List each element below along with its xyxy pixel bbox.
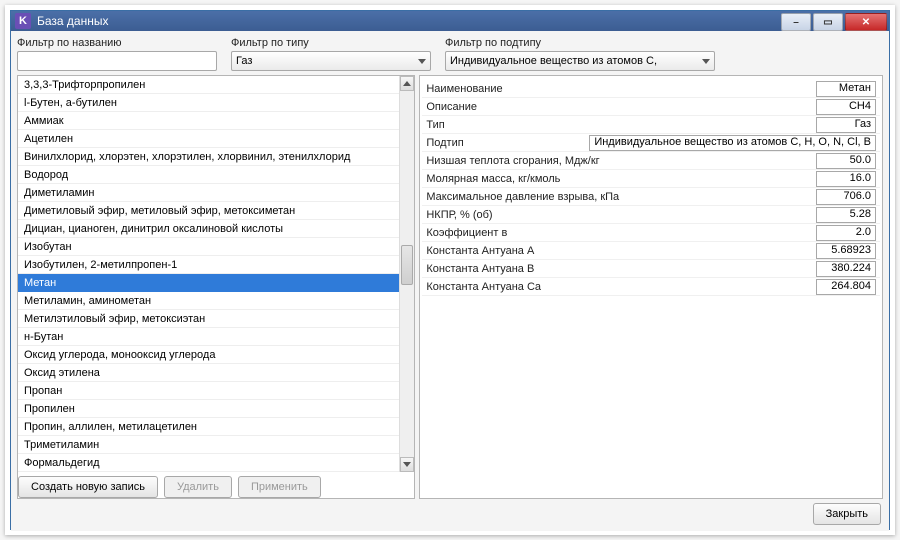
right-panel: НаименованиеМетанОписаниеCH4ТипГазПодтип… [419, 75, 883, 499]
list-item[interactable]: Пропилен [18, 400, 414, 418]
list-item[interactable]: Изобутилен, 2-метилпропен-1 [18, 256, 414, 274]
property-label: Константа Антуана Ca [426, 281, 810, 293]
scroll-down-button[interactable] [400, 457, 414, 472]
property-row: Тип Газ [422, 116, 880, 134]
scroll-track[interactable] [400, 91, 414, 457]
window-title: База данных [37, 14, 108, 28]
arrow-down-icon [403, 462, 411, 467]
close-icon: ✕ [862, 17, 870, 28]
list-item[interactable]: Дициан, цианоген, динитрил оксалиновой к… [18, 220, 414, 238]
list-item[interactable]: Аммиак [18, 112, 414, 130]
property-row: Описание CH4 [422, 98, 880, 116]
property-value[interactable]: Метан [816, 81, 876, 97]
maximize-icon: ▭ [823, 17, 832, 28]
property-label: Подтип [426, 137, 583, 149]
filter-type-selected: Газ [236, 55, 252, 67]
list-item[interactable]: Пропин, аллилен, метилацетилен [18, 418, 414, 436]
maximize-button[interactable]: ▭ [813, 13, 843, 31]
property-label: Константа Антуана B [426, 263, 810, 275]
filter-subtype-combobox[interactable]: Индивидуальное вещество из атомов C, [445, 51, 715, 71]
list-item[interactable]: Метан [18, 274, 414, 292]
list-item[interactable]: Оксид углерода, монооксид углерода [18, 346, 414, 364]
left-button-bar: Создать новую запись Удалить Применить [18, 472, 414, 498]
list-item[interactable]: Формальдегид [18, 454, 414, 472]
property-row: НКПР, % (об) 5.28 [422, 206, 880, 224]
property-value[interactable]: 2.0 [816, 225, 876, 241]
property-value[interactable]: 706.0 [816, 189, 876, 205]
property-label: НКПР, % (об) [426, 209, 810, 221]
property-row: Подтип Индивидуальное вещество из атомов … [422, 134, 880, 152]
list-item[interactable]: Диметиламин [18, 184, 414, 202]
property-value[interactable]: Индивидуальное вещество из атомов C, H, … [589, 135, 876, 151]
property-row: Константа Антуана Ca 264.804 [422, 278, 880, 296]
delete-button[interactable]: Удалить [164, 476, 232, 498]
create-button[interactable]: Создать новую запись [18, 476, 158, 498]
client-area: Фильтр по названию Фильтр по типу Газ Фи… [11, 31, 889, 531]
property-label: Наименование [426, 83, 810, 95]
property-value[interactable]: 264.804 [816, 279, 876, 295]
property-row: Максимальное давление взрыва, кПа 706.0 [422, 188, 880, 206]
scrollbar[interactable] [399, 76, 414, 472]
filter-name-label: Фильтр по названию [17, 37, 217, 49]
list-item[interactable]: Оксид этилена [18, 364, 414, 382]
property-label: Молярная масса, кг/кмоль [426, 173, 810, 185]
app-icon: K [15, 13, 31, 29]
property-label: Максимальное давление взрыва, кПа [426, 191, 810, 203]
list-item[interactable]: Ацетилен [18, 130, 414, 148]
property-value[interactable]: 50.0 [816, 153, 876, 169]
close-button[interactable]: ✕ [845, 13, 887, 31]
list-item[interactable]: Метиламин, аминометан [18, 292, 414, 310]
scroll-thumb[interactable] [401, 245, 413, 285]
arrow-up-icon [403, 81, 411, 86]
property-label: Коэффициент в [426, 227, 810, 239]
property-value[interactable]: CH4 [816, 99, 876, 115]
left-panel: 3,3,3-Трифторпропиленl-Бутен, а-бутиленА… [17, 75, 415, 499]
filter-name-input[interactable] [17, 51, 217, 71]
property-value[interactable]: 16.0 [816, 171, 876, 187]
list-item[interactable]: н-Бутан [18, 328, 414, 346]
property-row: Коэффициент в 2.0 [422, 224, 880, 242]
database-window: K База данных – ▭ ✕ Фильтр по названию Ф… [10, 10, 890, 530]
list-item[interactable]: 3,3,3-Трифторпропилен [18, 76, 414, 94]
filter-type-label: Фильтр по типу [231, 37, 431, 49]
list-item[interactable]: Пропан [18, 382, 414, 400]
chevron-down-icon [418, 59, 426, 64]
close-dialog-button[interactable]: Закрыть [813, 503, 881, 525]
property-row: Низшая теплота сгорания, Мдж/кг 50.0 [422, 152, 880, 170]
minimize-button[interactable]: – [781, 13, 811, 31]
filter-subtype-label: Фильтр по подтипу [445, 37, 715, 49]
property-row: Наименование Метан [422, 80, 880, 98]
scroll-up-button[interactable] [400, 76, 414, 91]
footer-bar: Закрыть [17, 499, 883, 525]
property-value[interactable]: 5.68923 [816, 243, 876, 259]
filter-subtype-selected: Индивидуальное вещество из атомов C, [450, 55, 657, 67]
property-value[interactable]: 5.28 [816, 207, 876, 223]
property-row: Константа Антуана A 5.68923 [422, 242, 880, 260]
chevron-down-icon [702, 59, 710, 64]
titlebar[interactable]: K База данных – ▭ ✕ [11, 11, 889, 31]
property-row: Константа Антуана B 380.224 [422, 260, 880, 278]
list-item[interactable]: Водород [18, 166, 414, 184]
property-value[interactable]: 380.224 [816, 261, 876, 277]
property-value[interactable]: Газ [816, 117, 876, 133]
filter-type-combobox[interactable]: Газ [231, 51, 431, 71]
list-item[interactable]: Метилэтиловый эфир, метоксиэтан [18, 310, 414, 328]
property-label: Константа Антуана A [426, 245, 810, 257]
list-item[interactable]: Диметиловый эфир, метиловый эфир, метокс… [18, 202, 414, 220]
filter-bar: Фильтр по названию Фильтр по типу Газ Фи… [17, 37, 883, 71]
property-label: Низшая теплота сгорания, Мдж/кг [426, 155, 810, 167]
list-item[interactable]: Винилхлорид, хлорэтен, хлорэтилен, хлорв… [18, 148, 414, 166]
list-item[interactable]: Изобутан [18, 238, 414, 256]
property-label: Описание [426, 101, 810, 113]
list-item[interactable]: Триметиламин [18, 436, 414, 454]
apply-button[interactable]: Применить [238, 476, 321, 498]
property-label: Тип [426, 119, 810, 131]
property-row: Молярная масса, кг/кмоль 16.0 [422, 170, 880, 188]
substance-listbox[interactable]: 3,3,3-Трифторпропиленl-Бутен, а-бутиленА… [18, 76, 414, 472]
list-item[interactable]: l-Бутен, а-бутилен [18, 94, 414, 112]
properties-list: НаименованиеМетанОписаниеCH4ТипГазПодтип… [420, 76, 882, 498]
minimize-icon: – [793, 17, 799, 28]
